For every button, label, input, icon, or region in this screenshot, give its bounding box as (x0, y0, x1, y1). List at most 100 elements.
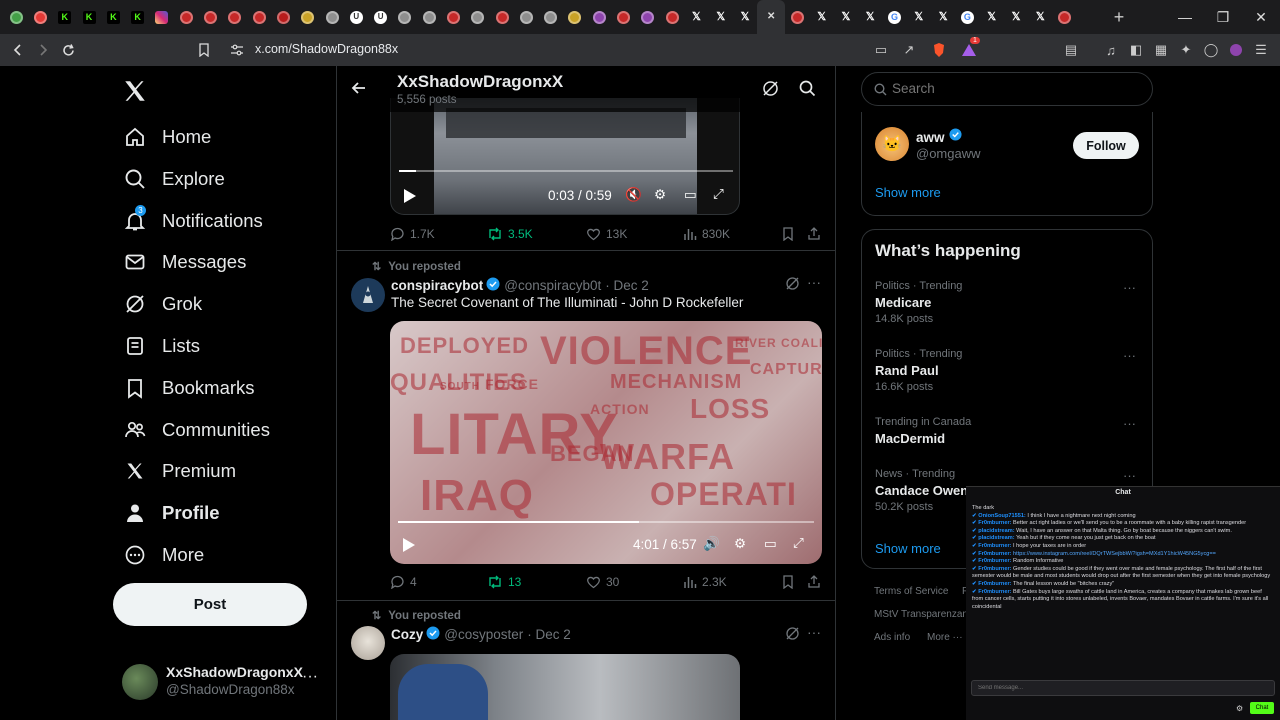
minimize-icon[interactable]: — (1166, 0, 1204, 34)
grok-icon[interactable] (762, 80, 779, 102)
browser-tab[interactable] (539, 0, 563, 34)
bookmark-icon[interactable] (782, 575, 799, 589)
chat-settings-icon[interactable]: ⚙ (1236, 704, 1243, 713)
menu-icon[interactable]: ☰ (1252, 41, 1270, 59)
browser-tab[interactable] (660, 0, 684, 34)
nav-item-premium[interactable]: Premium (122, 452, 236, 490)
follow-button[interactable]: Follow (1073, 132, 1139, 159)
browser-tab[interactable]: U (368, 0, 392, 34)
view-count[interactable]: 830K (683, 227, 730, 241)
like-count[interactable]: 30 (586, 575, 619, 589)
grok-icon[interactable] (785, 276, 800, 296)
browser-tab[interactable] (636, 0, 660, 34)
avatar[interactable] (351, 626, 385, 660)
show-more-link[interactable]: Show more (875, 541, 941, 556)
browser-tab[interactable]: 𝕏 (907, 0, 931, 34)
chat-username[interactable]: ✔ OnionSoup71551: (972, 513, 1026, 519)
browser-tab[interactable] (174, 0, 198, 34)
nav-item-notifications[interactable]: 3 Notifications (122, 202, 263, 240)
chat-username[interactable]: ✔ Fr0mburner: (972, 558, 1012, 564)
trend-item[interactable]: Politics · Trending Medicare 14.8K posts ··… (875, 280, 1145, 340)
new-tab-button[interactable]: + (1105, 0, 1133, 34)
video-settings-icon[interactable]: ⚙ (734, 536, 746, 552)
side-panel-icon[interactable]: ◧ (1127, 41, 1145, 59)
nav-item-home[interactable]: Home (122, 118, 211, 156)
like-count[interactable]: 13K (586, 227, 627, 241)
chat-username[interactable]: ✔ placidstream: (972, 528, 1015, 534)
nav-item-grok[interactable]: Grok (122, 285, 202, 323)
browser-tab[interactable] (514, 0, 538, 34)
restore-icon[interactable]: ❐ (1204, 0, 1242, 34)
brave-shield-icon[interactable] (930, 41, 948, 59)
post-author-name[interactable]: conspiracybot (391, 278, 483, 293)
browser-tab[interactable]: K (125, 0, 149, 34)
browser-tab[interactable]: K (77, 0, 101, 34)
trend-item[interactable]: Trending in Canada MacDermid ··· (875, 416, 1145, 476)
nav-item-lists[interactable]: Lists (122, 327, 200, 365)
search-input[interactable] (892, 81, 1142, 96)
mute-icon[interactable]: 🔇 (625, 187, 642, 203)
footer-link[interactable]: Ads info (874, 632, 910, 643)
browser-tab[interactable] (223, 0, 247, 34)
nav-item-profile[interactable]: Profile (122, 494, 220, 532)
browser-tab[interactable] (271, 0, 295, 34)
chat-username[interactable]: ✔ Fr0mburner: (972, 551, 1012, 557)
follow-name[interactable]: aww (916, 130, 945, 145)
play-icon[interactable] (402, 537, 416, 556)
more-options-icon[interactable]: ··· (1123, 468, 1136, 483)
nav-item-more[interactable]: More (122, 536, 204, 574)
browser-tab[interactable] (466, 0, 490, 34)
cast-icon[interactable]: ▭ (872, 41, 890, 59)
nav-item-communities[interactable]: Communities (122, 411, 270, 449)
post3-media[interactable] (390, 654, 740, 720)
browser-tab[interactable]: U (344, 0, 368, 34)
pip-icon[interactable]: ▭ (764, 536, 777, 552)
site-settings-icon[interactable] (228, 41, 246, 59)
post-author-handle[interactable]: @conspiracyb0t (504, 278, 601, 293)
more-options-icon[interactable]: ··· (1123, 416, 1136, 431)
chat-username[interactable]: ✔ Fr0mburner: (972, 520, 1012, 526)
browser-tab[interactable]: ✕ (757, 0, 786, 34)
sidebar-panel-icon[interactable]: ▤ (1062, 41, 1080, 59)
browser-tab[interactable]: K (101, 0, 125, 34)
window-close-icon[interactable]: ✕ (1242, 0, 1280, 34)
reply-count[interactable]: 4 (390, 575, 417, 589)
chat-input[interactable] (971, 680, 1275, 696)
reload-icon[interactable] (56, 38, 80, 62)
nav-item-explore[interactable]: Explore (122, 160, 225, 198)
browser-tab[interactable]: 𝕏 (834, 0, 858, 34)
repost-count[interactable]: 3.5K (487, 227, 533, 241)
chat-username[interactable]: ✔ Fr0mburner: (972, 543, 1012, 549)
reply-count[interactable]: 1.7K (390, 227, 435, 241)
browser-tab[interactable] (296, 0, 320, 34)
music-icon[interactable]: ♫ (1102, 41, 1120, 59)
post-button[interactable]: Post (113, 583, 307, 626)
browser-tab[interactable]: 𝕏 (684, 0, 708, 34)
video-settings-icon[interactable]: ⚙ (654, 187, 666, 203)
browser-tab[interactable] (320, 0, 344, 34)
leo-ai-icon[interactable]: ✦ (1177, 41, 1195, 59)
post-author-name[interactable]: Cozy (391, 627, 423, 642)
profile-extension-icon[interactable] (1227, 41, 1245, 59)
brave-rewards-icon[interactable]: 1 (960, 37, 980, 59)
avatar[interactable]: 🐱 (875, 127, 909, 161)
forward-icon[interactable] (31, 38, 55, 62)
pip-icon[interactable]: ▭ (684, 187, 697, 203)
trend-item[interactable]: Politics · Trending Rand Paul 16.6K posts ·… (875, 348, 1145, 408)
nav-item-bookmarks[interactable]: Bookmarks (122, 369, 255, 407)
chat-username[interactable]: ✔ Fr0mburner: (972, 581, 1012, 587)
browser-tab[interactable] (563, 0, 587, 34)
post-date[interactable]: · Dec 2 (527, 627, 571, 642)
share-icon[interactable]: ↗ (900, 41, 918, 59)
chat-username[interactable]: ✔ Fr0mburner: (972, 589, 1012, 595)
browser-tab[interactable] (393, 0, 417, 34)
more-options-icon[interactable]: ··· (807, 274, 821, 290)
footer-link[interactable]: More ··· (927, 632, 963, 643)
browser-tab[interactable]: G (882, 0, 906, 34)
browser-tab[interactable] (417, 0, 441, 34)
wallet-icon[interactable]: ▦ (1152, 41, 1170, 59)
browser-tab[interactable] (150, 0, 174, 34)
browser-tab[interactable] (247, 0, 271, 34)
volume-icon[interactable]: 🔊 (703, 536, 720, 552)
chat-username[interactable]: ✔ placidstream: (972, 535, 1015, 541)
